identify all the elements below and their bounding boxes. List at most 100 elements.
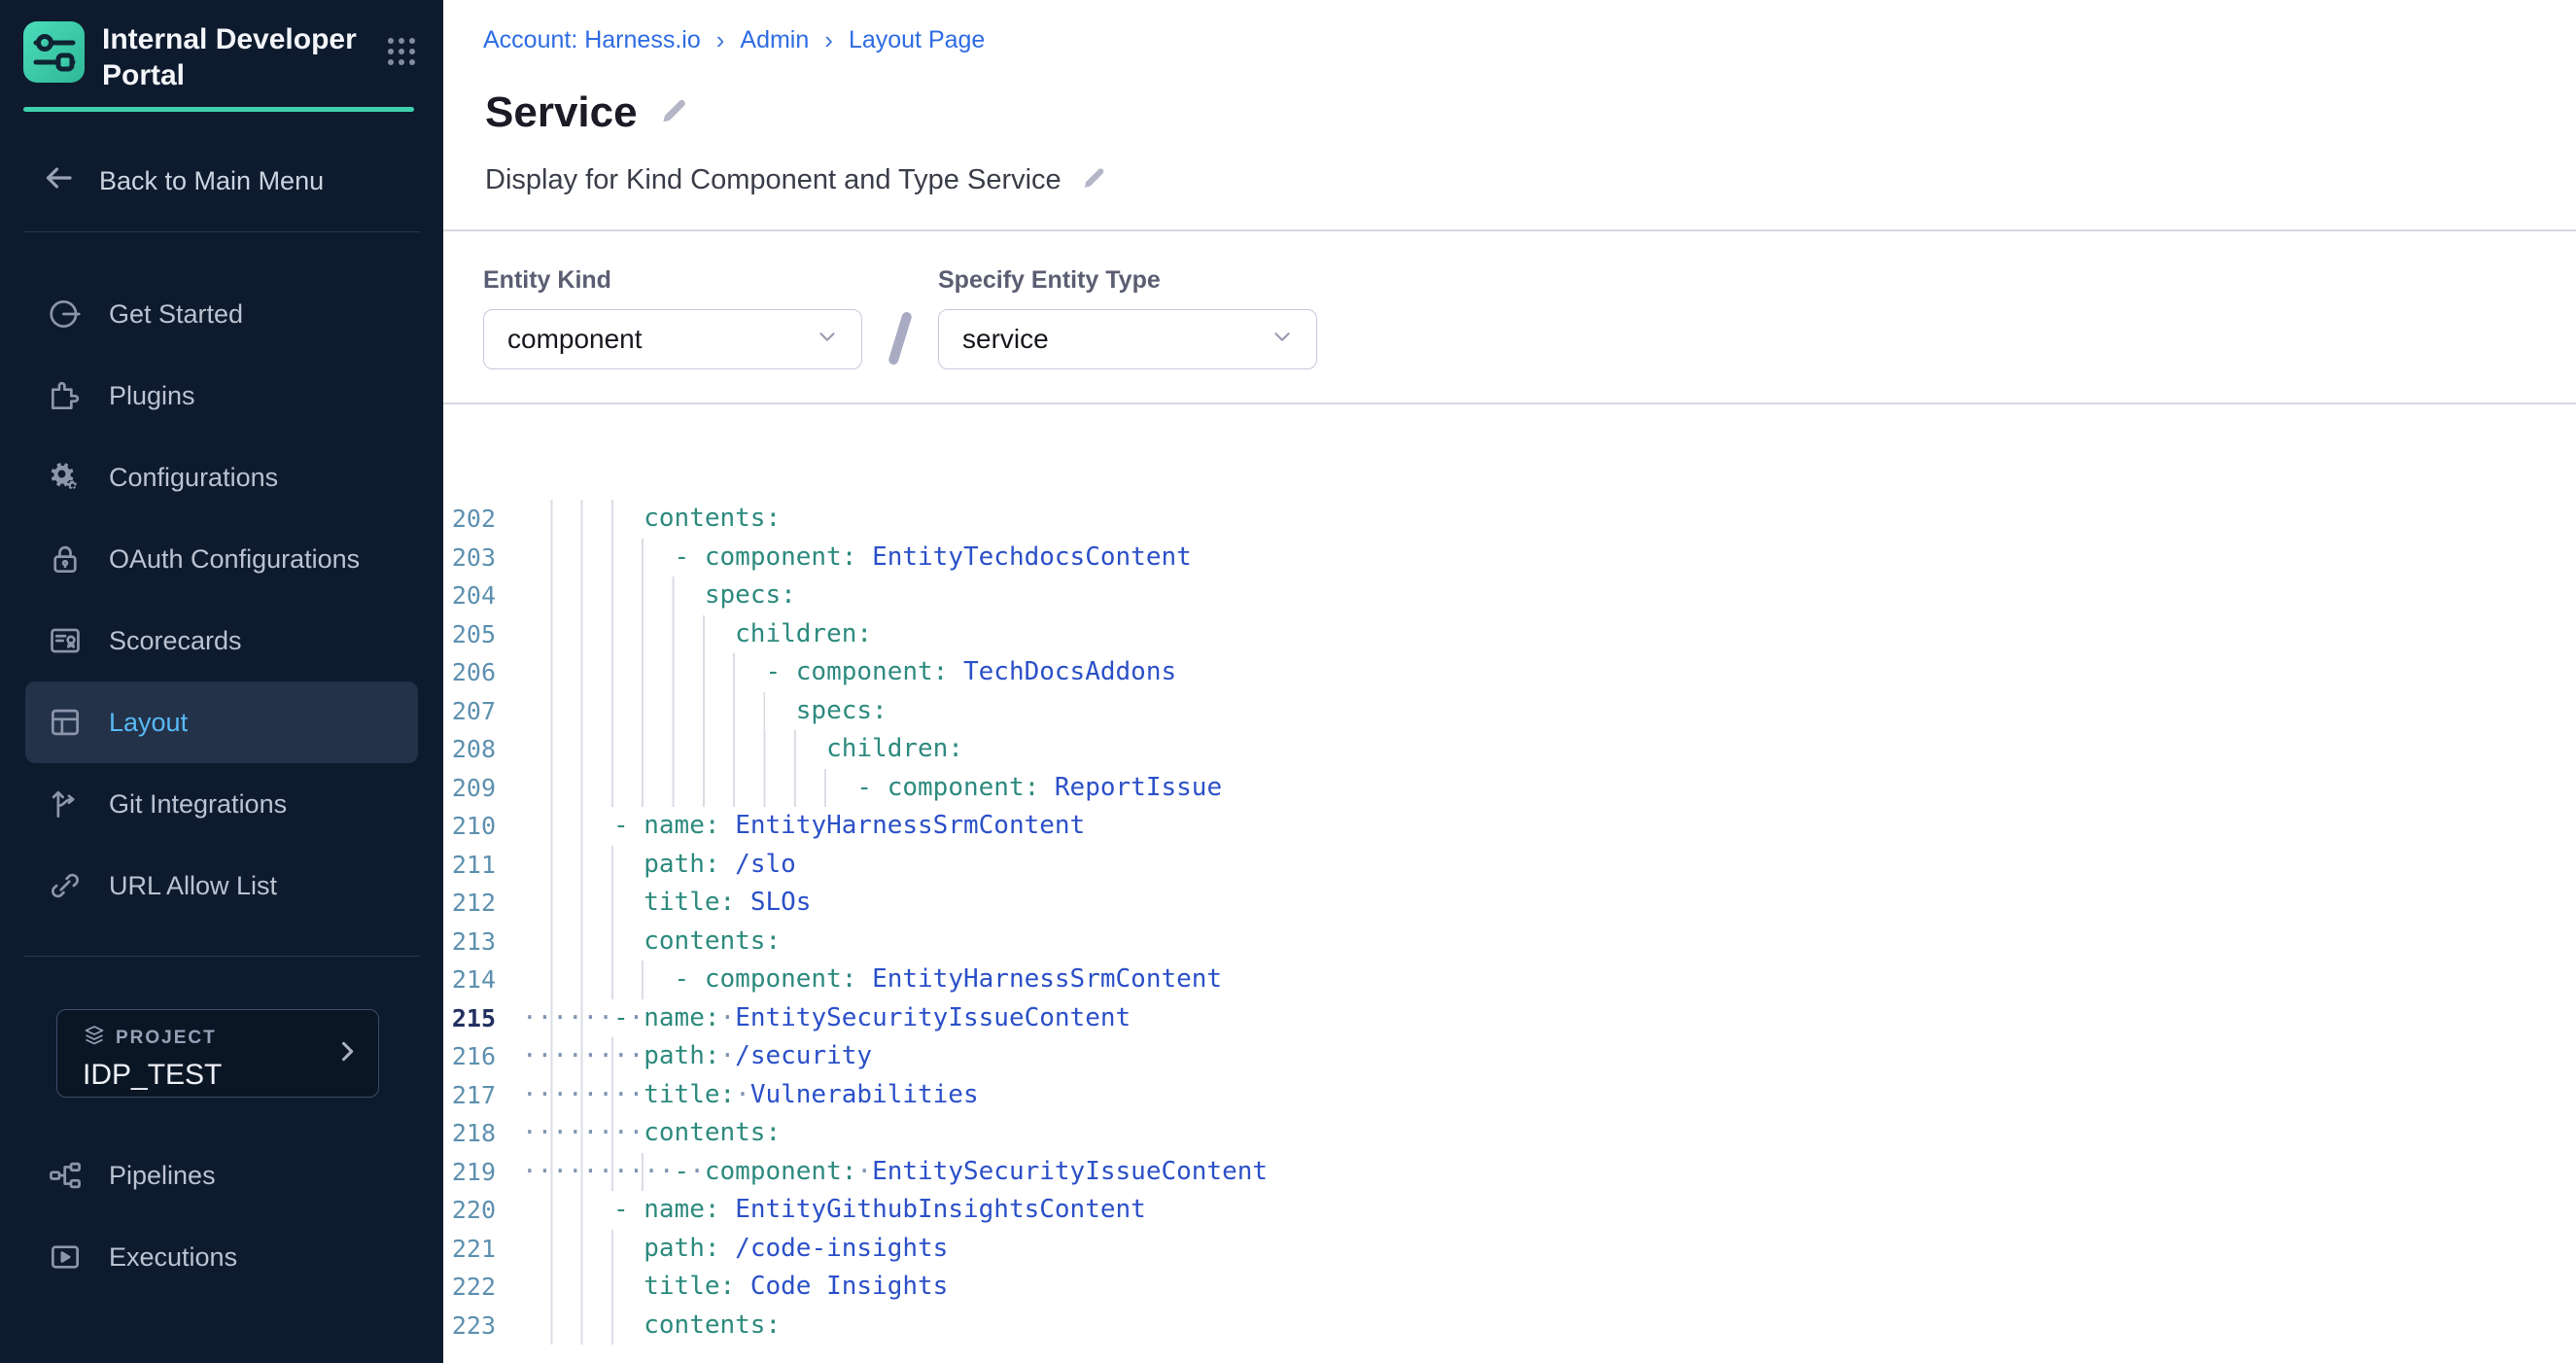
code-line[interactable]: title: Vulnerabilities········title:·Vul…: [509, 1076, 2576, 1115]
editor-line: 209 - component: ReportIssue: [443, 769, 2576, 808]
sidebar-item-executions[interactable]: Executions: [25, 1216, 418, 1298]
get-started-icon: [47, 296, 84, 332]
executions-icon: [47, 1239, 84, 1276]
code-line[interactable]: contents:: [509, 500, 2576, 539]
entity-type-select[interactable]: service: [938, 309, 1317, 369]
app-window: Internal Developer Portal Back to Main M…: [0, 0, 2576, 1363]
code-line[interactable]: - name: EntitySecurityIssueContent······…: [509, 999, 2576, 1038]
editor-line: 204 specs:: [443, 577, 2576, 615]
chevron-down-icon: [815, 325, 840, 355]
line-number: 211: [443, 846, 509, 885]
edit-subtitle-pencil-icon[interactable]: [1081, 165, 1106, 195]
breadcrumb-link[interactable]: Account: Harness.io: [483, 26, 701, 54]
line-number: 209: [443, 769, 509, 808]
code-line[interactable]: - component: EntityHarnessSrmContent: [509, 961, 2576, 999]
project-eyebrow: PROJECT: [116, 1028, 217, 1049]
editor-line: 210 - name: EntityHarnessSrmContent: [443, 807, 2576, 846]
sidebar-item-url-allow-list[interactable]: URL Allow List: [25, 845, 418, 926]
harness-idp-logo-icon: [23, 21, 85, 83]
code-line[interactable]: children:: [509, 615, 2576, 654]
line-number: 217: [443, 1076, 509, 1115]
sidebar-item-configurations[interactable]: Configurations: [25, 437, 418, 518]
sidebar-item-plugins[interactable]: Plugins: [25, 355, 418, 437]
code-line[interactable]: contents:: [509, 1307, 2576, 1346]
chevron-right-icon: [333, 1037, 361, 1069]
editor-line: 211 path: /slo: [443, 846, 2576, 885]
sidebar-item-layout[interactable]: Layout: [25, 682, 418, 763]
layers-icon: [83, 1024, 106, 1052]
line-number: 221: [443, 1230, 509, 1269]
page-title: Service: [485, 88, 638, 137]
code-line[interactable]: path: /code-insights: [509, 1230, 2576, 1269]
sidebar-divider-2: [23, 956, 420, 957]
code-line[interactable]: - component: EntityTechdocsContent: [509, 539, 2576, 577]
app-grid-icon[interactable]: [385, 35, 418, 73]
code-line[interactable]: contents:: [509, 923, 2576, 961]
sidebar-divider: [23, 231, 420, 232]
entity-form: Entity Kind component Specify Entity Typ…: [443, 231, 2576, 402]
editor-line: 214 - component: EntityHarnessSrmContent: [443, 961, 2576, 999]
entity-type-value: service: [962, 324, 1049, 355]
entity-kind-select[interactable]: component: [483, 309, 862, 369]
editor-line: 215 - name: EntitySecurityIssueContent··…: [443, 999, 2576, 1038]
sidebar-item-label: Git Integrations: [109, 789, 287, 820]
code-line[interactable]: - name: EntityGithubInsightsContent: [509, 1191, 2576, 1230]
line-number: 205: [443, 615, 509, 654]
editor-line: 221 path: /code-insights: [443, 1230, 2576, 1269]
sidebar-item-oauth-configurations[interactable]: OAuth Configurations: [25, 518, 418, 600]
edit-title-pencil-icon[interactable]: [659, 96, 688, 130]
code-line[interactable]: - component: TechDocsAddons: [509, 653, 2576, 692]
sidebar: Internal Developer Portal Back to Main M…: [0, 0, 443, 1363]
sidebar-item-pipelines[interactable]: Pipelines: [25, 1135, 418, 1216]
breadcrumb-separator: ›: [824, 25, 833, 55]
logo-row: Internal Developer Portal: [0, 0, 443, 93]
editor-line: 203 - component: EntityTechdocsContent: [443, 539, 2576, 577]
back-to-main-menu[interactable]: Back to Main Menu: [23, 160, 420, 202]
project-selector[interactable]: PROJECT IDP_TEST: [56, 1009, 379, 1098]
entity-type-label: Specify Entity Type: [938, 266, 1317, 295]
code-line[interactable]: - name: EntityHarnessSrmContent: [509, 807, 2576, 846]
breadcrumb: Account: Harness.io›Admin›Layout Page: [443, 0, 2576, 55]
git-integrations-icon: [47, 786, 84, 822]
editor-line: 217 title: Vulnerabilities········title:…: [443, 1076, 2576, 1115]
url-allow-icon: [47, 867, 84, 904]
code-line[interactable]: - component: EntitySecurityIssueContent·…: [509, 1153, 2576, 1192]
entity-kind-label: Entity Kind: [483, 266, 862, 295]
yaml-editor[interactable]: 202 contents:203 - component: EntityTech…: [443, 500, 2576, 1345]
editor-line: 212 title: SLOs: [443, 884, 2576, 923]
line-number: 206: [443, 653, 509, 692]
sidebar-item-label: Scorecards: [109, 626, 242, 656]
editor-line: 202 contents:: [443, 500, 2576, 539]
line-number: 222: [443, 1268, 509, 1307]
arrow-left-icon: [41, 160, 76, 202]
breadcrumb-link[interactable]: Admin: [740, 26, 809, 54]
editor-line: 208 children:: [443, 730, 2576, 769]
back-label: Back to Main Menu: [99, 166, 324, 196]
editor-line: 205 children:: [443, 615, 2576, 654]
sidebar-item-get-started[interactable]: Get Started: [25, 273, 418, 355]
code-line[interactable]: children:: [509, 730, 2576, 769]
sidebar-item-label: URL Allow List: [109, 871, 277, 901]
project-name: IDP_TEST: [83, 1059, 359, 1092]
line-number: 223: [443, 1307, 509, 1346]
main-content: Account: Harness.io›Admin›Layout Page Se…: [443, 0, 2576, 1363]
code-line[interactable]: specs:: [509, 692, 2576, 731]
editor-line: 207 specs:: [443, 692, 2576, 731]
sidebar-item-label: Plugins: [109, 381, 195, 411]
sidebar-nav-project: PipelinesExecutions: [0, 1135, 443, 1298]
sidebar-item-git-integrations[interactable]: Git Integrations: [25, 763, 418, 845]
code-line[interactable]: contents:········contents:: [509, 1114, 2576, 1153]
line-number: 208: [443, 730, 509, 769]
line-number: 215: [443, 999, 509, 1038]
sidebar-item-scorecards[interactable]: Scorecards: [25, 600, 418, 682]
code-line[interactable]: - component: ReportIssue: [509, 769, 2576, 808]
code-line[interactable]: path: /slo: [509, 846, 2576, 885]
code-line[interactable]: path: /security········path:·/security: [509, 1037, 2576, 1076]
editor-line: 206 - component: TechDocsAddons: [443, 653, 2576, 692]
breadcrumb-link[interactable]: Layout Page: [849, 26, 985, 54]
line-number: 218: [443, 1114, 509, 1153]
code-line[interactable]: specs:: [509, 577, 2576, 615]
editor-line: 218 contents:········contents:: [443, 1114, 2576, 1153]
code-line[interactable]: title: Code Insights: [509, 1268, 2576, 1307]
code-line[interactable]: title: SLOs: [509, 884, 2576, 923]
